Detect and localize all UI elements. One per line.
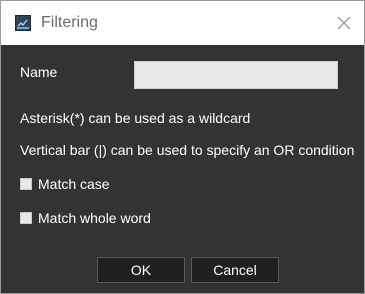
match-whole-word-checkbox[interactable]: [20, 212, 32, 224]
match-case-option[interactable]: Match case: [20, 175, 110, 193]
title-bar: Filtering: [1, 1, 364, 45]
match-whole-word-label: Match whole word: [38, 210, 151, 226]
or-condition-hint: Vertical bar (|) can be used to specify …: [20, 142, 355, 158]
name-input[interactable]: [134, 61, 338, 89]
cancel-button[interactable]: Cancel: [191, 257, 279, 283]
match-case-checkbox[interactable]: [20, 178, 32, 190]
window-title: Filtering: [41, 14, 98, 31]
wildcard-hint: Asterisk(*) can be used as a wildcard: [20, 110, 251, 126]
filter-app-icon: [15, 15, 31, 31]
match-case-label: Match case: [38, 176, 110, 192]
name-label: Name: [20, 64, 58, 80]
dialog-content: Name Asterisk(*) can be used as a wildca…: [1, 45, 364, 293]
close-button[interactable]: [330, 9, 358, 37]
close-icon: [337, 16, 351, 30]
match-whole-word-option[interactable]: Match whole word: [20, 209, 151, 227]
filtering-dialog: Filtering Name Asterisk(*) can be used a…: [0, 0, 365, 294]
ok-button[interactable]: OK: [97, 257, 185, 283]
